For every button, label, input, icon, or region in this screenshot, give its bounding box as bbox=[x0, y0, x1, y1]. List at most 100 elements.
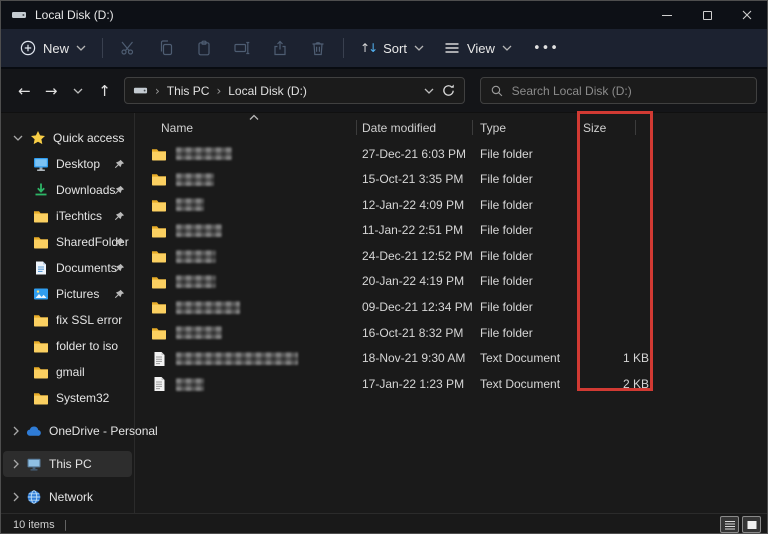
recent-locations-button[interactable] bbox=[64, 77, 91, 105]
sidebar-item-label: Pictures bbox=[56, 287, 99, 301]
sidebar-item-label: Network bbox=[49, 490, 93, 504]
file-row[interactable]: 11-Jan-22 2:51 PM File folder bbox=[135, 218, 767, 244]
sidebar-item-label: Quick access bbox=[53, 131, 124, 145]
sidebar-item-onedrive[interactable]: OneDrive - Personal bbox=[3, 418, 132, 444]
folder-icon bbox=[151, 197, 167, 213]
column-divider[interactable] bbox=[472, 120, 473, 135]
column-header-date-modified[interactable]: Date modified bbox=[362, 121, 436, 135]
redacted-file-name bbox=[176, 352, 298, 365]
type-cell: File folder bbox=[480, 300, 533, 314]
sidebar-item-folder-to-iso[interactable]: folder to iso bbox=[3, 333, 132, 359]
text-document-icon bbox=[151, 376, 167, 392]
file-row[interactable]: 16-Oct-21 8:32 PM File folder bbox=[135, 320, 767, 346]
folder-icon bbox=[151, 248, 167, 264]
main-body: Quick access Desktop Downloads iTechtics… bbox=[1, 113, 767, 513]
paste-button[interactable] bbox=[186, 33, 222, 63]
file-row[interactable]: 09-Dec-21 12:34 PM File folder bbox=[135, 295, 767, 321]
toolbar-separator bbox=[343, 38, 344, 58]
redacted-file-name bbox=[176, 326, 222, 339]
file-row[interactable]: 15-Oct-21 3:35 PM File folder bbox=[135, 167, 767, 193]
column-divider[interactable] bbox=[635, 120, 636, 135]
sidebar-item-downloads[interactable]: Downloads bbox=[3, 177, 132, 203]
type-cell: File folder bbox=[480, 249, 533, 263]
share-button[interactable] bbox=[262, 33, 298, 63]
chevron-down-icon bbox=[414, 45, 424, 51]
file-row[interactable]: 18-Nov-21 9:30 AM Text Document 1 KB bbox=[135, 346, 767, 372]
copy-button[interactable] bbox=[148, 33, 184, 63]
type-cell: File folder bbox=[480, 274, 533, 288]
sidebar-item-network[interactable]: Network bbox=[3, 484, 132, 510]
title-bar: Local Disk (D:) bbox=[1, 1, 767, 29]
chevron-right-icon[interactable] bbox=[13, 459, 19, 469]
sidebar-item-itechtics[interactable]: iTechtics bbox=[3, 203, 132, 229]
sidebar-item-fix-ssl-error[interactable]: fix SSL error bbox=[3, 307, 132, 333]
folder-icon bbox=[33, 234, 49, 250]
type-cell: File folder bbox=[480, 147, 533, 161]
chevron-right-icon[interactable] bbox=[13, 426, 19, 436]
sidebar-item-desktop[interactable]: Desktop bbox=[3, 151, 132, 177]
file-row[interactable]: 12-Jan-22 4:09 PM File folder bbox=[135, 192, 767, 218]
column-divider[interactable] bbox=[356, 120, 357, 135]
window-controls bbox=[647, 1, 767, 29]
redacted-file-name bbox=[176, 224, 222, 237]
file-explorer-window: Local Disk (D:) New ↑↓ Sort View bbox=[0, 0, 768, 534]
sidebar-item-pictures[interactable]: Pictures bbox=[3, 281, 132, 307]
sidebar-item-gmail[interactable]: gmail bbox=[3, 359, 132, 385]
file-rows: 27-Dec-21 6:03 PM File folder 15-Oct-21 … bbox=[135, 141, 767, 397]
file-row[interactable]: 24-Dec-21 12:52 PM File folder bbox=[135, 243, 767, 269]
chevron-right-icon[interactable] bbox=[13, 492, 19, 502]
view-button[interactable]: View bbox=[435, 35, 521, 61]
type-cell: Text Document bbox=[480, 351, 560, 365]
type-cell: File folder bbox=[480, 198, 533, 212]
chevron-down-icon[interactable] bbox=[13, 133, 23, 143]
file-row[interactable]: 20-Jan-22 4:19 PM File folder bbox=[135, 269, 767, 295]
cut-button[interactable] bbox=[110, 33, 146, 63]
items-count: 10 items bbox=[13, 519, 55, 531]
date-modified-cell: 16-Oct-21 8:32 PM bbox=[362, 326, 463, 340]
sidebar-item-quick-access[interactable]: Quick access bbox=[3, 125, 132, 151]
sort-button[interactable]: ↑↓ Sort bbox=[351, 36, 433, 61]
column-header-type[interactable]: Type bbox=[480, 121, 506, 135]
folder-icon bbox=[33, 208, 49, 224]
address-bar[interactable]: › This PC › Local Disk (D:) bbox=[124, 77, 465, 104]
chevron-down-icon[interactable] bbox=[424, 88, 434, 94]
large-icons-view-button[interactable] bbox=[742, 516, 761, 533]
sort-arrows-icon: ↑↓ bbox=[360, 42, 376, 54]
sidebar-item-documents[interactable]: Documents bbox=[3, 255, 132, 281]
file-list-pane: Name Date modified Type Size 27-Dec-21 6… bbox=[135, 113, 767, 513]
sidebar-item-system32[interactable]: System32 bbox=[3, 385, 132, 411]
file-row[interactable]: 17-Jan-22 1:23 PM Text Document 2 KB bbox=[135, 371, 767, 397]
command-toolbar: New ↑↓ Sort View ••• bbox=[1, 29, 767, 69]
breadcrumb-local-disk-d[interactable]: Local Disk (D:) bbox=[228, 84, 307, 98]
redacted-file-name bbox=[176, 250, 216, 263]
sidebar-item-label: Desktop bbox=[56, 157, 100, 171]
date-modified-cell: 12-Jan-22 4:09 PM bbox=[362, 198, 464, 212]
details-view-button[interactable] bbox=[720, 516, 739, 533]
refresh-icon[interactable] bbox=[441, 83, 456, 98]
search-box[interactable]: Search Local Disk (D:) bbox=[480, 77, 757, 104]
delete-button[interactable] bbox=[300, 33, 336, 63]
rename-button[interactable] bbox=[224, 33, 260, 63]
search-placeholder: Search Local Disk (D:) bbox=[512, 84, 632, 98]
forward-button[interactable]: → bbox=[38, 77, 65, 105]
column-header-name[interactable]: Name bbox=[161, 121, 193, 135]
close-button[interactable] bbox=[727, 1, 767, 29]
new-button[interactable]: New bbox=[11, 35, 95, 61]
breadcrumb-this-pc[interactable]: This PC bbox=[167, 84, 210, 98]
column-header-size[interactable]: Size bbox=[583, 121, 606, 135]
maximize-button[interactable] bbox=[687, 1, 727, 29]
folder-icon bbox=[33, 338, 49, 354]
navigation-bar: ← → ↑ › This PC › Local Disk (D:) Search… bbox=[1, 69, 767, 113]
pictures-icon bbox=[33, 286, 49, 302]
more-options-button[interactable]: ••• bbox=[523, 36, 569, 61]
back-button[interactable]: ← bbox=[11, 77, 38, 105]
file-row[interactable]: 27-Dec-21 6:03 PM File folder bbox=[135, 141, 767, 167]
date-modified-cell: 15-Oct-21 3:35 PM bbox=[362, 172, 463, 186]
sidebar-item-sharedfolder[interactable]: SharedFolder bbox=[3, 229, 132, 255]
sidebar-item-this-pc[interactable]: This PC bbox=[3, 451, 132, 477]
folder-icon bbox=[151, 274, 167, 290]
redacted-file-name bbox=[176, 301, 240, 314]
up-button[interactable]: ↑ bbox=[91, 77, 118, 105]
date-modified-cell: 27-Dec-21 6:03 PM bbox=[362, 147, 466, 161]
minimize-button[interactable] bbox=[647, 1, 687, 29]
